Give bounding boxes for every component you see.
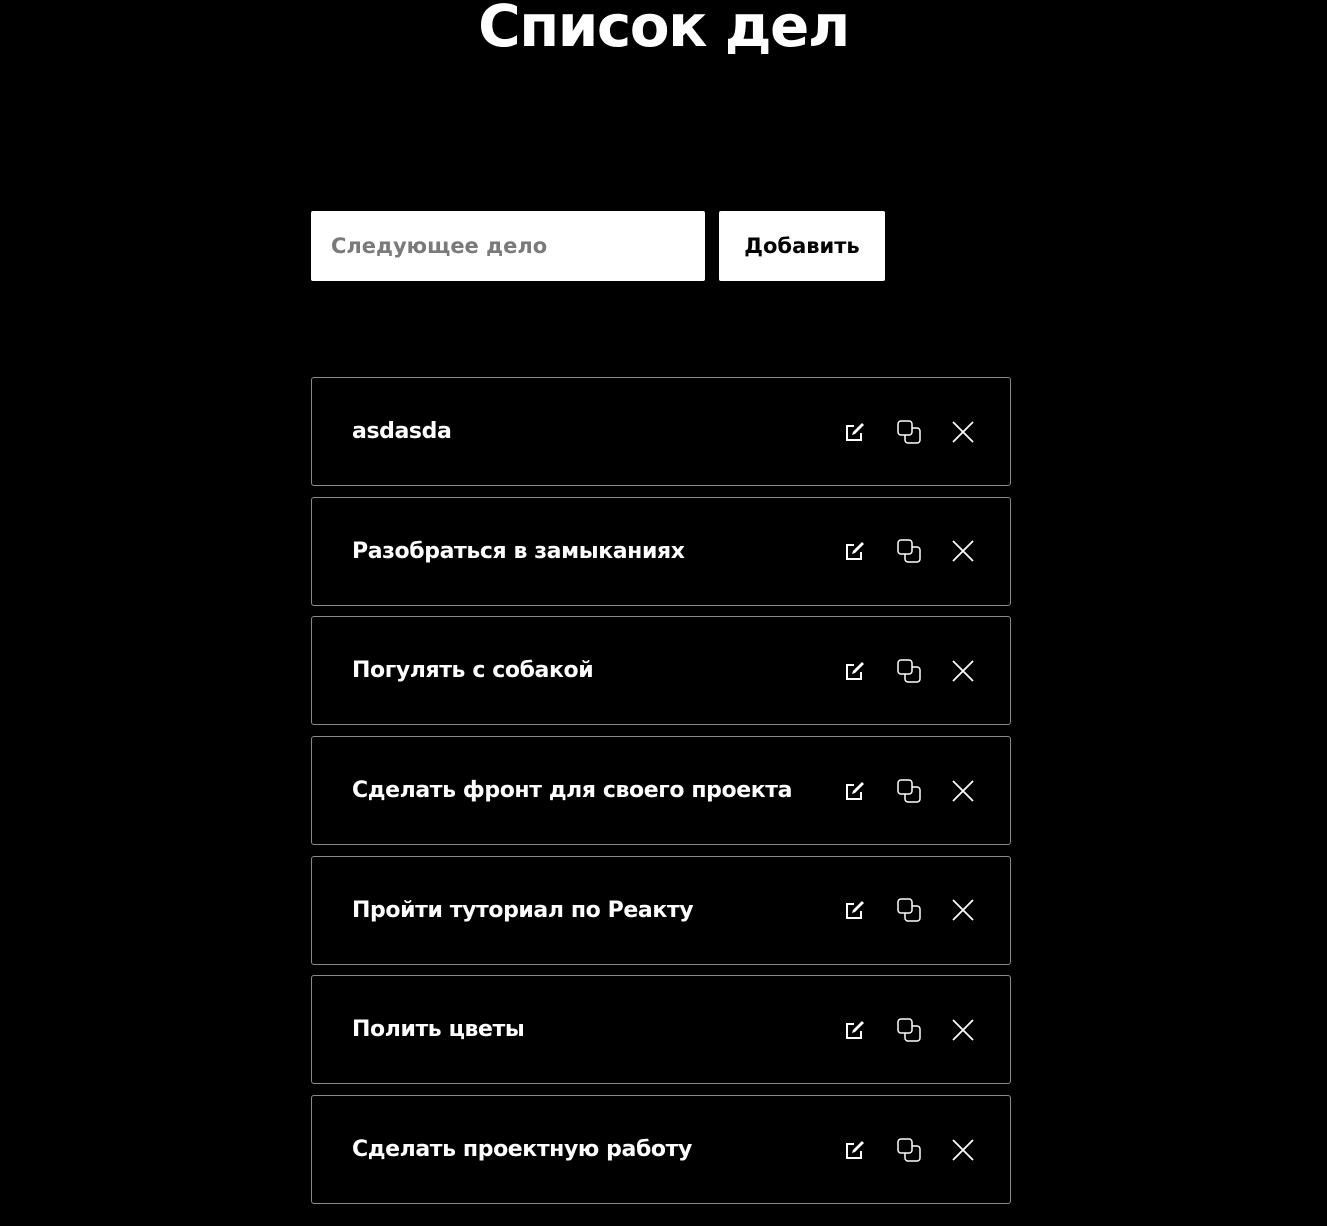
todo-text: Разобраться в замыканиях bbox=[352, 538, 685, 564]
todo-actions bbox=[816, 976, 978, 1083]
delete-button[interactable] bbox=[948, 776, 978, 806]
todo-list: asdasda Разобраться в замыканиях Погулят… bbox=[311, 377, 1011, 1215]
todo-item: Сделать фронт для своего проекта bbox=[311, 736, 1011, 846]
delete-button[interactable] bbox=[948, 895, 978, 925]
add-button[interactable]: Добавить bbox=[719, 211, 885, 281]
todo-text: Полить цветы bbox=[352, 1017, 525, 1043]
close-icon bbox=[952, 1019, 974, 1041]
edit-button[interactable] bbox=[840, 536, 870, 566]
delete-button[interactable] bbox=[948, 1015, 978, 1045]
todo-text: Сделать проектную работу bbox=[352, 1137, 692, 1163]
edit-button[interactable] bbox=[840, 895, 870, 925]
todo-actions bbox=[816, 737, 978, 844]
todo-text: asdasda bbox=[352, 419, 452, 444]
todo-actions bbox=[816, 1096, 978, 1203]
copy-button[interactable] bbox=[894, 536, 924, 566]
todo-item: Погулять с собакой bbox=[311, 616, 1011, 726]
edit-icon bbox=[844, 1139, 866, 1161]
todo-item: Сделать проектную работу bbox=[311, 1095, 1011, 1205]
copy-icon bbox=[896, 1137, 922, 1163]
copy-button[interactable] bbox=[894, 1135, 924, 1165]
todo-actions bbox=[816, 857, 978, 964]
edit-icon bbox=[844, 1019, 866, 1041]
copy-button[interactable] bbox=[894, 1015, 924, 1045]
edit-button[interactable] bbox=[840, 1015, 870, 1045]
todo-actions bbox=[816, 498, 978, 605]
close-icon bbox=[952, 660, 974, 682]
page-title: Список дел bbox=[478, 0, 850, 60]
delete-button[interactable] bbox=[948, 1135, 978, 1165]
copy-button[interactable] bbox=[894, 776, 924, 806]
copy-icon bbox=[896, 897, 922, 923]
todo-item: Пройти туториал по Реакту bbox=[311, 855, 1011, 965]
add-todo-form: Добавить bbox=[311, 211, 885, 281]
todo-item: asdasda bbox=[311, 377, 1011, 486]
close-icon bbox=[952, 779, 974, 802]
edit-icon bbox=[844, 780, 866, 802]
edit-button[interactable] bbox=[840, 656, 870, 686]
new-todo-input[interactable] bbox=[311, 211, 705, 281]
close-icon bbox=[952, 420, 974, 443]
close-icon bbox=[952, 540, 974, 562]
todo-text: Пройти туториал по Реакту bbox=[352, 897, 694, 923]
copy-icon bbox=[896, 658, 922, 684]
copy-icon bbox=[896, 538, 922, 564]
todo-item: Разобраться в замыканиях bbox=[311, 496, 1011, 606]
copy-button[interactable] bbox=[894, 656, 924, 686]
delete-button[interactable] bbox=[948, 417, 978, 447]
edit-icon bbox=[844, 421, 866, 443]
todo-item: Полить цветы bbox=[311, 975, 1011, 1085]
edit-button[interactable] bbox=[840, 776, 870, 806]
edit-button[interactable] bbox=[840, 1135, 870, 1165]
todo-actions bbox=[816, 378, 978, 485]
edit-icon bbox=[844, 540, 866, 562]
close-icon bbox=[952, 1138, 974, 1161]
todo-actions bbox=[816, 617, 978, 724]
todo-text: Погулять с собакой bbox=[352, 658, 594, 684]
delete-button[interactable] bbox=[948, 536, 978, 566]
copy-icon bbox=[896, 1017, 922, 1043]
copy-icon bbox=[896, 778, 922, 804]
close-icon bbox=[952, 899, 974, 921]
edit-icon bbox=[844, 899, 866, 921]
copy-button[interactable] bbox=[894, 417, 924, 447]
todo-text: Сделать фронт для своего проекта bbox=[352, 778, 793, 804]
copy-button[interactable] bbox=[894, 895, 924, 925]
edit-icon bbox=[844, 660, 866, 682]
edit-button[interactable] bbox=[840, 417, 870, 447]
copy-icon bbox=[896, 419, 922, 445]
delete-button[interactable] bbox=[948, 656, 978, 686]
